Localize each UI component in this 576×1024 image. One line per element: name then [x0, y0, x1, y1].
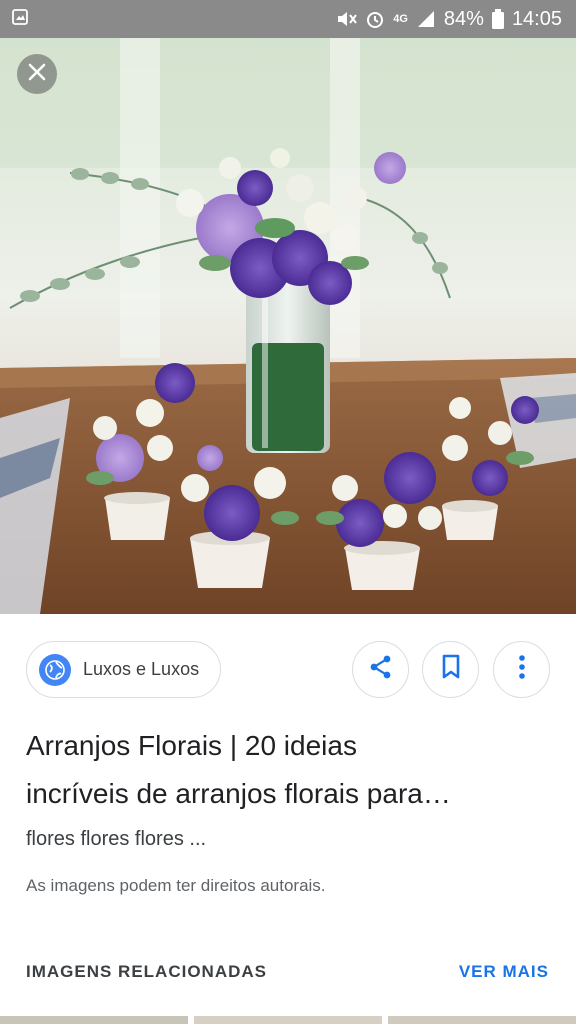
result-title[interactable]: Arranjos Florais | 20 ideias incríveis d…: [26, 722, 556, 818]
more-options-button[interactable]: [493, 641, 550, 698]
see-more-link[interactable]: VER MAIS: [459, 962, 549, 982]
main-image[interactable]: [0, 38, 576, 614]
more-vert-icon: [518, 654, 526, 685]
save-button[interactable]: [422, 641, 479, 698]
close-button[interactable]: [17, 54, 57, 94]
source-name: Luxos e Luxos: [83, 659, 200, 679]
share-button[interactable]: [352, 641, 409, 698]
globe-icon: [39, 653, 71, 686]
title-line-2: incríveis de arranjos florais para…: [26, 778, 451, 809]
related-thumbnail[interactable]: [194, 1016, 382, 1024]
copyright-notice: As imagens podem ter direitos autorais.: [26, 876, 326, 895]
alarm-icon: [365, 9, 385, 29]
related-thumbnail[interactable]: [388, 1016, 576, 1024]
battery-icon: [491, 9, 504, 29]
battery-percent: 84%: [443, 7, 484, 30]
mute-icon: [335, 9, 358, 29]
close-icon: [28, 63, 46, 86]
signal-icon: [416, 10, 436, 28]
gallery-notification-icon: [10, 7, 30, 32]
share-icon: [368, 654, 394, 685]
network-type: 4G: [393, 13, 408, 25]
status-time: 14:05: [511, 7, 562, 30]
result-description: flores flores flores ...: [26, 828, 207, 850]
related-thumbnail[interactable]: [0, 1016, 188, 1024]
source-chip[interactable]: Luxos e Luxos: [26, 641, 221, 698]
title-line-1: Arranjos Florais | 20 ideias: [26, 730, 357, 761]
bookmark-icon: [440, 654, 462, 685]
related-thumbnails: [0, 1016, 576, 1024]
status-bar: 4G 84% 14:05: [0, 0, 576, 38]
related-images-heading: IMAGENS RELACIONADAS: [26, 962, 268, 981]
